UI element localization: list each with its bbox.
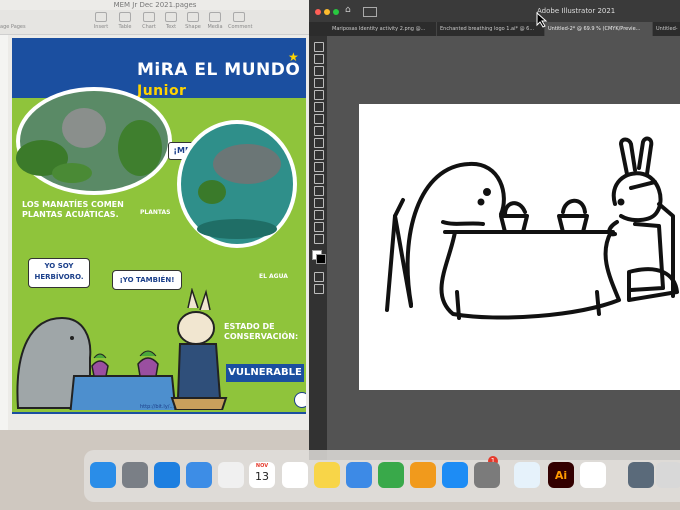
eraser-tool-icon[interactable]	[314, 138, 324, 148]
manatee-photo-2	[177, 120, 297, 248]
tab-untitled-next[interactable]: Untitled-	[653, 22, 680, 36]
text-icon	[165, 12, 177, 22]
screen-mode-icon[interactable]	[314, 284, 324, 294]
zoom-window-button[interactable]	[333, 9, 339, 15]
pages-window-title: MEM Jr Dec 2021.pages	[113, 1, 197, 9]
artboard[interactable]	[359, 104, 680, 390]
manatee-photo-1	[16, 87, 172, 195]
insert-icon	[95, 12, 107, 22]
chart-icon	[143, 12, 155, 22]
trash-icon[interactable]	[656, 462, 680, 488]
line-tool-icon[interactable]	[314, 126, 324, 136]
caption-manatees: LOS MANATÍES COMEN PLANTAS ACUÁTICAS.	[22, 200, 124, 219]
numbers-icon[interactable]	[378, 462, 404, 488]
comment-button[interactable]: Comment	[228, 12, 253, 30]
close-window-button[interactable]	[315, 9, 321, 15]
calendar-icon[interactable]: NOV 13	[249, 462, 275, 488]
illustrator-icon[interactable]: Ai	[548, 462, 574, 488]
pages-window: MEM Jr Dec 2021.pages Insert Table Chart…	[0, 0, 310, 430]
illustrator-app-title: Adobe Illustrator 2021	[537, 7, 616, 15]
ellipse-tool-icon[interactable]	[314, 90, 324, 100]
scale-tool-icon[interactable]	[314, 162, 324, 172]
mouse-cursor-icon	[536, 12, 548, 28]
direct-selection-tool-icon[interactable]	[314, 54, 324, 64]
label-plantas: PLANTAS	[140, 209, 171, 216]
estado-value: VULNERABLE	[226, 364, 304, 382]
mail-icon[interactable]	[186, 462, 212, 488]
logo-seal-icon	[294, 392, 306, 408]
sidebar-label: age Pages	[0, 24, 26, 30]
gradient-tool-icon[interactable]	[314, 198, 324, 208]
table-button[interactable]: Table	[114, 12, 136, 30]
draw-mode-icon[interactable]	[314, 272, 324, 282]
home-icon[interactable]: ⌂	[345, 6, 355, 15]
pages-sidebar	[0, 35, 8, 430]
tab-enchanted-breathing[interactable]: Enchanted breathing logo 1.ai* @ 6...	[437, 22, 545, 36]
calendar-day: 13	[255, 470, 269, 483]
chrome-icon[interactable]	[580, 462, 606, 488]
document-page[interactable]: MiRA EL MUNDO Junior ★ ¡MMM! LOS MANATÍE…	[12, 38, 306, 414]
keynote-icon[interactable]	[346, 462, 372, 488]
stroke-color-swatch[interactable]	[316, 254, 326, 264]
zoom-tool-icon[interactable]	[314, 222, 324, 232]
workspace-switcher-icon[interactable]	[363, 7, 377, 17]
text-button[interactable]: Text	[160, 12, 182, 30]
word-icon[interactable]	[514, 462, 540, 488]
system-preferences-icon[interactable]	[474, 462, 500, 488]
document-icon[interactable]	[628, 462, 654, 488]
type-tool-icon[interactable]	[314, 114, 324, 124]
media-button[interactable]: Media	[204, 12, 226, 30]
comment-icon	[233, 12, 245, 22]
pages-icon[interactable]	[410, 462, 436, 488]
shape-button[interactable]: Shape	[182, 12, 204, 30]
pen-tool-icon[interactable]	[314, 66, 324, 76]
curvature-tool-icon[interactable]	[314, 78, 324, 88]
tab-untitled-2[interactable]: Untitled-2* @ 69.9 % (CMYK/Previe...	[545, 22, 653, 36]
photos-icon[interactable]	[218, 462, 244, 488]
illustrator-window: ⌂ Adobe Illustrator 2021 Mariposas Ident…	[309, 0, 680, 460]
table-icon	[119, 12, 131, 22]
footer-url: http://bit.ly/...	[140, 404, 175, 410]
launchpad-icon[interactable]	[122, 462, 148, 488]
width-tool-icon[interactable]	[314, 174, 324, 184]
finder-icon[interactable]	[90, 462, 116, 488]
document-footer-bar	[12, 412, 306, 414]
app-store-icon[interactable]	[442, 462, 468, 488]
bubble-herbivoro: YO SOY HERBÍVORO.	[28, 258, 90, 288]
hand-tool-icon[interactable]	[314, 234, 324, 244]
paintbrush-tool-icon[interactable]	[314, 102, 324, 112]
minimize-window-button[interactable]	[324, 9, 330, 15]
notes-icon[interactable]	[314, 462, 340, 488]
reminders-icon[interactable]	[282, 462, 308, 488]
calendar-month: NOV	[255, 463, 269, 469]
label-agua: EL AGUA	[259, 273, 288, 280]
tab-mariposas[interactable]: Mariposas Identity activity 2.png @...	[329, 22, 437, 36]
media-icon	[209, 12, 221, 22]
insert-button[interactable]: Insert	[90, 12, 112, 30]
document-tabs: Mariposas Identity activity 2.png @... E…	[309, 22, 680, 36]
tools-panel	[309, 36, 327, 460]
star-icon: ★	[288, 50, 299, 64]
bubble-tambien: ¡YO TAMBIÉN!	[112, 270, 182, 290]
illustrator-titlebar: ⌂ Adobe Illustrator 2021	[309, 0, 680, 22]
selection-tool-icon[interactable]	[314, 42, 324, 52]
shape-icon	[187, 12, 199, 22]
pages-toolbar: Insert Table Chart Text Shape Media Comm…	[0, 10, 310, 35]
eyedropper-tool-icon[interactable]	[314, 210, 324, 220]
line-art-illustration	[385, 136, 679, 320]
shape-builder-tool-icon[interactable]	[314, 186, 324, 196]
chart-button[interactable]: Chart	[138, 12, 160, 30]
rotate-tool-icon[interactable]	[314, 150, 324, 160]
estado-label: ESTADO DE CONSERVACIÓN:	[224, 322, 299, 341]
cartoon-manatee-bunny-table	[16, 288, 228, 410]
safari-icon[interactable]	[154, 462, 180, 488]
